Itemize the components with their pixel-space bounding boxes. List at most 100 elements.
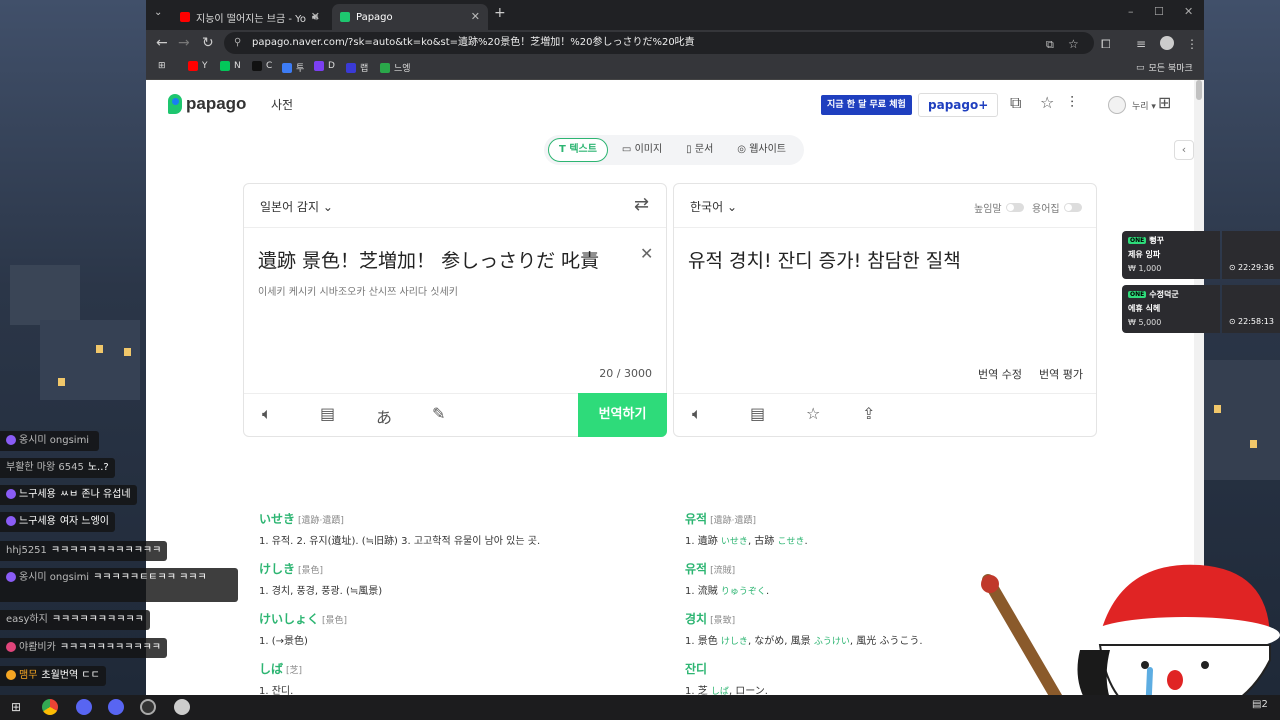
snow-house	[40, 320, 140, 400]
close-tab-icon[interactable]: ✕	[471, 10, 480, 23]
chat-text: 초월번역 ㄷㄷ	[41, 670, 100, 681]
bookmark-item[interactable]: D	[314, 61, 335, 71]
app-icon[interactable]	[174, 699, 190, 715]
chrome-icon[interactable]	[42, 699, 58, 715]
bookmark-label: D	[328, 61, 335, 71]
login-button[interactable]: 누리 ▾	[1108, 96, 1156, 114]
entry-headword[interactable]: 잔디	[685, 660, 923, 677]
tab-search-icon[interactable]: ⌄	[154, 7, 162, 18]
free-trial-button[interactable]: 지금 한 달 무료 체험	[821, 95, 912, 115]
share-icon[interactable]: ⧉	[1010, 94, 1021, 112]
all-bookmarks-label: 모든 북마크	[1148, 64, 1193, 74]
bookmark-item[interactable]: 랩	[346, 61, 368, 74]
target-language-select[interactable]: 한국어 ⌄	[690, 198, 737, 215]
favorites-star-icon[interactable]: ☆	[1040, 94, 1054, 112]
source-panel: 일본어 감지 ⌄ ⇄ 遺跡 景色！芝増加！ 参しっさりだ 叱責 이세키 케시키 …	[243, 183, 667, 437]
media-icon[interactable]: ≡	[1136, 35, 1146, 53]
rate-translation-link[interactable]: 번역 평가	[1039, 366, 1083, 382]
tab-papago[interactable]: Papago ✕	[332, 4, 488, 30]
bookmark-item[interactable]: 느엥	[380, 61, 411, 74]
source-text-input[interactable]: 遺跡 景色！芝増加！ 参しっさりだ 叱責	[258, 246, 599, 273]
notification-icon[interactable]: ▤2	[1252, 699, 1268, 710]
back-icon[interactable]: ←	[156, 34, 168, 52]
entry-headword[interactable]: けいしょく [景色]	[259, 610, 540, 627]
all-bookmarks-folder[interactable]: ▭ 모든 북마크	[1136, 61, 1193, 75]
entry-headword[interactable]: 경치 [景致]	[685, 610, 923, 627]
apps-grid-icon[interactable]: ⊞	[1158, 94, 1171, 112]
menu-icon[interactable]: ⋮	[1186, 35, 1198, 53]
minimize-icon[interactable]: –	[1128, 5, 1134, 18]
tab-youtube[interactable]: 지능이 떨어지는 브금 - Yo 🔊︎ ✕	[172, 4, 328, 30]
definition-text: 1. 景色	[685, 636, 718, 647]
tab-image[interactable]: ▭ 이미지	[612, 138, 672, 162]
discord-icon[interactable]	[108, 699, 124, 715]
entry-headword[interactable]: けしき [景色]	[259, 560, 540, 577]
settings-sliders-icon[interactable]: ⫶	[1070, 94, 1074, 112]
tab-text[interactable]: T 텍스트	[548, 138, 608, 162]
close-tab-icon[interactable]: ✕	[311, 10, 320, 23]
papago-logo[interactable]: papago	[168, 94, 246, 114]
forward-icon[interactable]: →	[178, 34, 190, 52]
swap-languages-icon[interactable]: ⇄	[634, 194, 649, 215]
donor-name: 수정덕군	[1149, 290, 1179, 299]
glossary-toggle[interactable]: 용어집	[1032, 200, 1082, 215]
dictionary-icon[interactable]: ▤	[750, 404, 765, 423]
donation-message: 제유 잉파	[1128, 250, 1161, 259]
site-info-icon[interactable]: ⚲	[234, 32, 241, 54]
dictionary-icon[interactable]: ▤	[320, 404, 335, 423]
speaker-icon[interactable]: 🔈︎	[262, 404, 272, 424]
source-language-label: 일본어 감지	[260, 200, 320, 214]
reload-icon[interactable]: ↻	[202, 34, 214, 52]
globe-icon: ◎	[737, 144, 747, 155]
tab-document[interactable]: ▯ 문서	[676, 138, 723, 162]
favorite-star-icon[interactable]: ☆	[806, 404, 820, 423]
bookmark-item[interactable]: 투	[282, 61, 304, 74]
document-icon: ▯	[686, 144, 692, 155]
share-icon[interactable]: ⇪	[862, 404, 875, 423]
bookmark-star-icon[interactable]: ☆	[1068, 35, 1079, 53]
discord-icon[interactable]	[76, 699, 92, 715]
papago-logo-icon	[168, 94, 182, 114]
papago-plus-button[interactable]: papago+	[918, 93, 999, 117]
chat-badge-icon	[6, 670, 16, 680]
translate-button[interactable]: 번역하기	[578, 393, 667, 437]
entry-definition: 1. 잔디.	[259, 686, 294, 695]
maximize-icon[interactable]: ☐	[1154, 5, 1164, 18]
bookmark-item[interactable]: C	[252, 61, 272, 71]
notification-count: 2	[1261, 699, 1268, 710]
youtube-icon	[180, 12, 190, 22]
url-field[interactable]: ⚲ papago.naver.com/?sk=auto&tk=ko&st=遺跡%…	[224, 32, 1094, 54]
handwriting-icon[interactable]: ✎	[432, 404, 445, 423]
install-icon[interactable]: ⧉	[1046, 36, 1054, 54]
entry-headword[interactable]: 유적 [遺跡·遺蹟]	[685, 510, 923, 527]
headword-text: 경치	[685, 612, 708, 626]
windows-start-icon[interactable]: ⊞	[8, 699, 24, 715]
entry-definition: 1. 芝 しば, ローン.	[685, 682, 923, 695]
scrollbar-thumb[interactable]	[1196, 80, 1202, 100]
bookmark-item[interactable]: N	[220, 61, 241, 71]
source-language-select[interactable]: 일본어 감지 ⌄	[260, 198, 333, 215]
clear-text-icon[interactable]: ✕	[640, 244, 653, 263]
bat-knob	[981, 575, 999, 593]
toggle-label: 높임말	[974, 204, 1002, 215]
lit-window	[124, 348, 131, 356]
apps-icon[interactable]: ⊞	[158, 61, 166, 71]
profile-avatar[interactable]	[1160, 36, 1174, 50]
entry-headword[interactable]: いせき [遺跡·遺蹟]	[259, 510, 540, 527]
extensions-icon[interactable]: ⧠	[1101, 35, 1111, 53]
hiragana-icon[interactable]: あ	[376, 404, 392, 428]
dictionary-link[interactable]: 사전	[271, 96, 293, 113]
bookmark-item[interactable]: Y	[188, 61, 208, 71]
entry-headword[interactable]: しば [芝]	[259, 660, 540, 677]
edit-translation-link[interactable]: 번역 수정	[978, 366, 1022, 382]
donation-alert: ONE 뻥꾸 제유 잉파 ₩ 1,000	[1122, 231, 1220, 279]
entry-headword[interactable]: 유적 [流賊]	[685, 560, 923, 577]
obs-icon[interactable]	[140, 699, 156, 715]
tab-bar: ⌄ 지능이 떨어지는 브금 - Yo 🔊︎ ✕ Papago ✕ + – ☐ ✕	[146, 0, 1204, 30]
window-close-icon[interactable]: ✕	[1184, 5, 1193, 18]
sidebar-toggle-icon[interactable]: ‹	[1174, 140, 1194, 160]
tab-website[interactable]: ◎ 웹사이트	[727, 138, 796, 162]
speaker-icon[interactable]: 🔈︎	[692, 404, 702, 424]
honorific-toggle[interactable]: 높임말	[974, 200, 1024, 215]
new-tab-icon[interactable]: +	[494, 5, 506, 21]
